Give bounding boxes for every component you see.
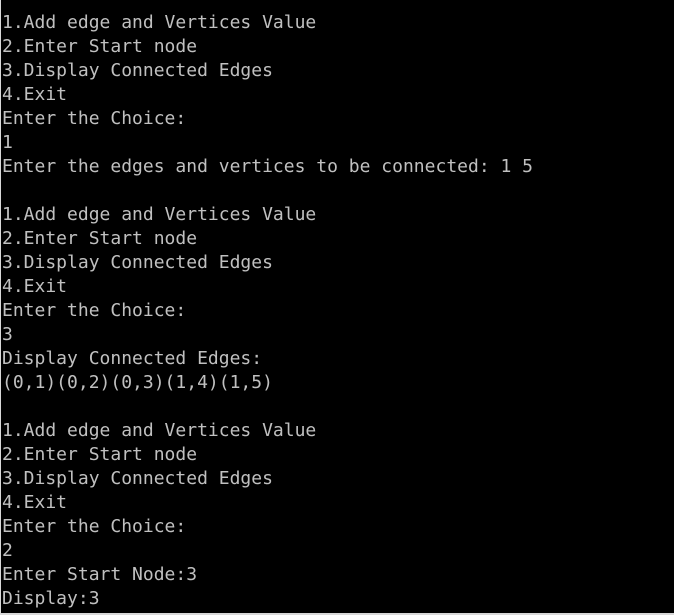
console-line-user-input: 1 (2, 132, 13, 153)
console-line-menu-display-edges: 3.Display Connected Edges (2, 60, 273, 81)
console-line-display-header: Display Connected Edges: (2, 348, 263, 369)
console-line-menu-display-edges: 3.Display Connected Edges (2, 252, 273, 273)
console-line-display-result: Display:3 (2, 588, 100, 609)
console-line-menu-add-edge: 1.Add edge and Vertices Value (2, 12, 317, 33)
console-line-user-input: 2 (2, 540, 13, 561)
console-line-menu-exit: 4.Exit (2, 276, 68, 297)
console-line-edge-list: (0,1)(0,2)(0,3)(1,4)(1,5) (2, 372, 273, 393)
console-line-menu-start-node: 2.Enter Start node (2, 228, 198, 249)
console-line-menu-add-edge: 1.Add edge and Vertices Value (2, 204, 317, 225)
console-line-menu-exit: 4.Exit (2, 492, 68, 513)
console-line-choice-prompt: Enter the Choice: (2, 108, 187, 129)
window-left-border (0, 0, 1, 615)
console-line-edges-prompt: Enter the edges and vertices to be conne… (2, 156, 534, 177)
console-line-menu-display-edges: 3.Display Connected Edges (2, 468, 273, 489)
console-window[interactable]: 1.Add edge and Vertices Value 2.Enter St… (0, 0, 674, 615)
console-line-menu-add-edge: 1.Add edge and Vertices Value (2, 420, 317, 441)
console-line-start-node-prompt: Enter Start Node:3 (2, 564, 198, 585)
console-line-menu-exit: 4.Exit (2, 84, 68, 105)
console-line-choice-prompt: Enter the Choice: (2, 516, 187, 537)
console-line-choice-prompt: Enter the Choice: (2, 300, 187, 321)
console-line-user-input: 3 (2, 324, 13, 345)
console-line-menu-start-node: 2.Enter Start node (2, 36, 198, 57)
console-line-menu-start-node: 2.Enter Start node (2, 444, 198, 465)
